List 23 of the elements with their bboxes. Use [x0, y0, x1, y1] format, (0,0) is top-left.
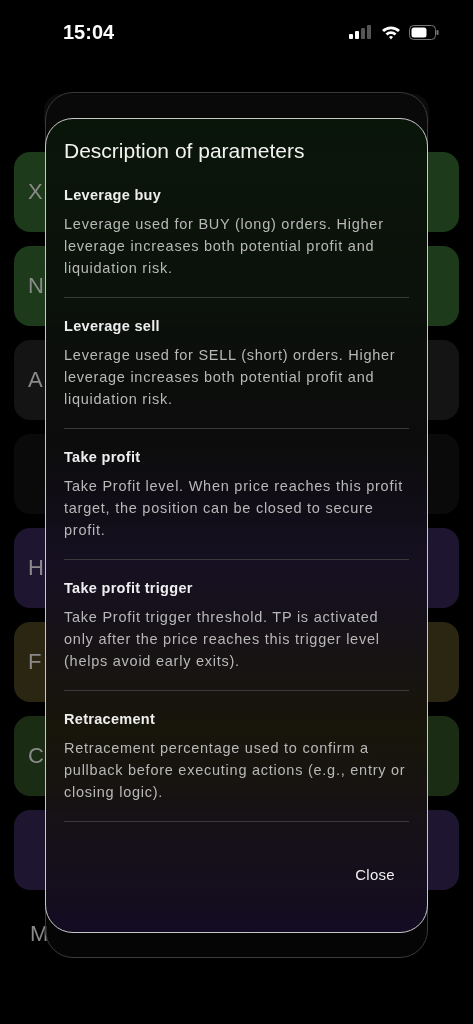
battery-icon — [409, 24, 439, 40]
parameter-heading: Take profit trigger — [64, 580, 194, 596]
parameter-heading: Leverage sell — [64, 318, 161, 334]
card-label: X — [28, 179, 43, 205]
parameter-description: Take Profit level. When price reaches this profit target, the position can be closed to secure profit. — [64, 477, 404, 540]
dialog-title: Description of parameters — [64, 139, 306, 163]
parameter-heading: Retracement — [64, 711, 157, 727]
wifi-icon — [381, 24, 401, 40]
card-label: F — [28, 649, 42, 675]
parameter-heading: Take profit — [64, 449, 142, 465]
parameter-description: Retracement percentage used to confirm a pullback before executing actions (e.g., entry or closing logic). — [64, 739, 407, 802]
card-label: N — [28, 273, 44, 299]
card-label: A — [28, 367, 43, 393]
status-time: 15:04 — [63, 20, 115, 44]
footer-label: M — [30, 921, 49, 947]
parameter-description: Leverage used for SELL (short) orders. Higher leverage increases both potential profit and liquidation risk. — [64, 346, 397, 409]
card-label: C — [28, 743, 44, 769]
close-button[interactable]: Close — [341, 862, 409, 887]
signal-icon — [349, 25, 373, 39]
parameter-description: Leverage used for BUY (long) orders. Higher leverage increases both potential profit and liquidation risk. — [64, 215, 385, 278]
card-label: H — [28, 555, 44, 581]
parameter-heading: Leverage buy — [64, 187, 163, 203]
parameter-description: Take Profit trigger threshold. TP is activated only after the price reaches this trigger level (helps avoid early exits). — [64, 608, 381, 671]
